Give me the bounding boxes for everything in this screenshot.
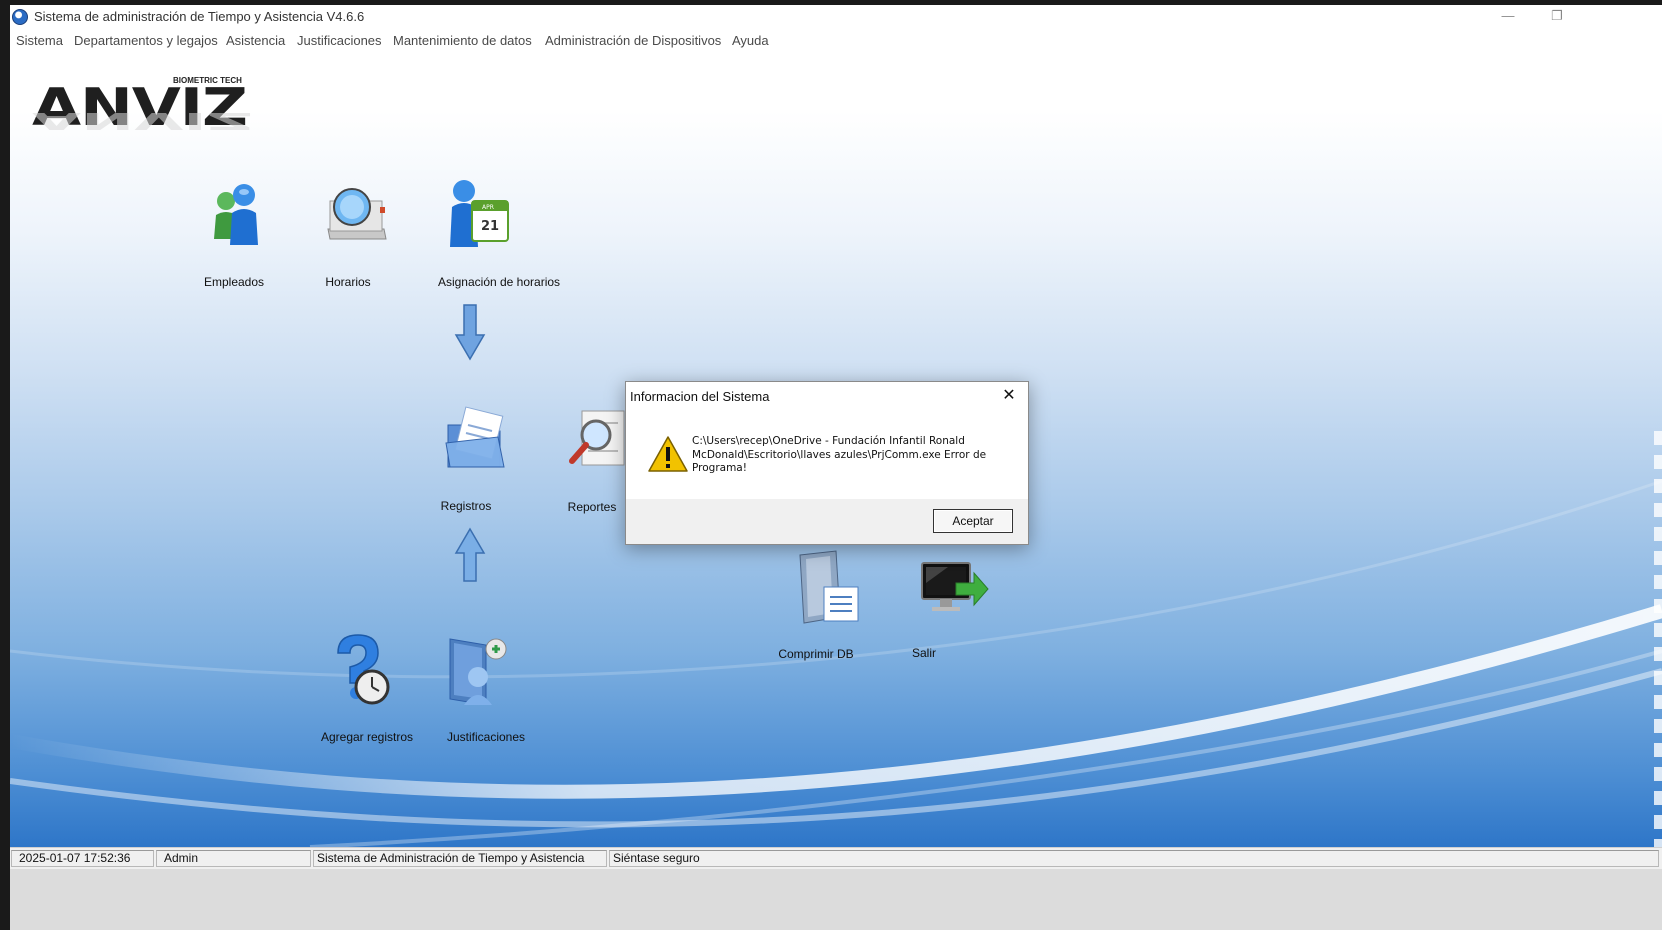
status-bar: 2025-01-07 17:52:36 Admin Sistema de Adm…: [10, 847, 1662, 870]
empleados-label: Empleados: [203, 275, 265, 289]
minimize-button[interactable]: —: [1485, 5, 1531, 29]
dialog-message: C:\Users\recep\OneDrive - Fundación Infa…: [692, 435, 987, 474]
folder-records-icon: [445, 406, 505, 468]
app-window: Sistema de administración de Tiempo y As…: [10, 5, 1662, 930]
arrow-up-icon: [454, 527, 486, 582]
arrow-down-icon: [454, 304, 486, 361]
reportes-tile[interactable]: [566, 407, 626, 473]
status-system: Sistema de Administración de Tiempo y As…: [313, 850, 607, 867]
accept-button[interactable]: Aceptar: [933, 509, 1013, 533]
calendar-person-icon: APR 21: [450, 180, 509, 247]
svg-text:APR: APR: [482, 204, 494, 211]
asignacion-label: Asignación de horarios: [437, 275, 561, 289]
window-title: Sistema de administración de Tiempo y As…: [34, 9, 365, 24]
reportes-label: Reportes: [567, 500, 617, 514]
justification-folder-icon: [449, 638, 507, 706]
compress-db-icon: [799, 550, 859, 624]
dialog-footer: Aceptar: [626, 499, 1028, 544]
menu-dispositivos[interactable]: Administración de Dispositivos: [545, 33, 721, 48]
agregar-tile[interactable]: [326, 631, 392, 707]
dialog-title: Informacion del Sistema: [630, 389, 770, 404]
horarios-label: Horarios: [325, 275, 371, 289]
registros-tile[interactable]: [442, 403, 512, 469]
title-bar: Sistema de administración de Tiempo y As…: [10, 5, 1662, 29]
menu-sistema[interactable]: Sistema: [16, 33, 63, 48]
error-dialog: Informacion del Sistema ✕ C:\Users\recep…: [625, 381, 1029, 545]
app-icon[interactable]: [12, 9, 28, 25]
logo-reflection: ANVIZ: [32, 107, 253, 134]
menu-bar: Sistema Departamentos y legajos Asistenc…: [10, 29, 1662, 51]
horarios-tile[interactable]: [322, 181, 392, 247]
agregar-label: Agregar registros: [320, 730, 414, 744]
salir-tile[interactable]: [918, 559, 990, 619]
menu-ayuda[interactable]: Ayuda: [732, 33, 769, 48]
menu-asistencia[interactable]: Asistencia: [226, 33, 285, 48]
asignacion-tile[interactable]: APR 21: [442, 177, 512, 249]
salir-label: Salir: [911, 646, 937, 660]
comprimir-label: Comprimir DB: [778, 647, 854, 661]
logo-tagline: BIOMETRIC TECH: [173, 76, 242, 85]
report-magnifier-icon: [569, 410, 625, 466]
exit-monitor-icon: [921, 562, 989, 611]
warning-icon: [648, 436, 688, 472]
status-user: Admin: [156, 850, 311, 867]
employees-icon: [214, 184, 258, 245]
bottom-strip: [10, 869, 1662, 930]
empleados-tile[interactable]: [206, 179, 272, 249]
status-motto: Siéntase seguro: [609, 850, 1659, 867]
justificaciones-label: Justificaciones: [446, 730, 526, 744]
svg-text:21: 21: [481, 219, 499, 234]
menu-justificaciones[interactable]: Justificaciones: [297, 33, 382, 48]
restore-button[interactable]: ❐: [1534, 5, 1580, 29]
help-clock-icon: [337, 634, 390, 705]
right-edge-decoration: [1654, 431, 1662, 847]
registros-label: Registros: [440, 499, 492, 513]
status-datetime: 2025-01-07 17:52:36: [11, 850, 154, 867]
comprimir-tile[interactable]: [796, 547, 862, 625]
justificaciones-tile[interactable]: [446, 635, 512, 706]
menu-departamentos[interactable]: Departamentos y legajos: [74, 33, 218, 48]
dialog-close-button[interactable]: ✕: [998, 386, 1020, 406]
schedule-book-icon: [327, 188, 387, 240]
anviz-logo: ANVIZ ANVIZ BIOMETRIC TECH: [32, 76, 253, 166]
menu-mantenimiento[interactable]: Mantenimiento de datos: [393, 33, 532, 48]
